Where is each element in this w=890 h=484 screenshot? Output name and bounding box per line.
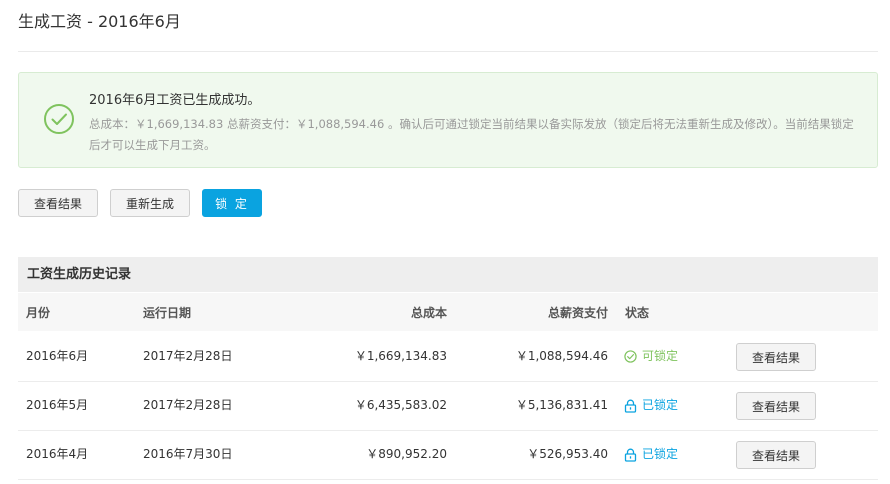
row-view-results-button[interactable]: 查看结果 — [736, 392, 816, 420]
table-row: 2016年5月 2017年2月28日 ￥6,435,583.02 ￥5,136,… — [18, 381, 878, 431]
view-results-button[interactable]: 查看结果 — [18, 189, 98, 217]
table-row: 2016年6月 2017年2月28日 ￥1,669,134.83 ￥1,088,… — [18, 332, 878, 382]
status-badge: 已锁定 — [624, 381, 678, 430]
history-section-title: 工资生成历史记录 — [18, 257, 878, 292]
title-divider — [18, 51, 878, 52]
alert-body: 总成本：￥1,669,134.83 总薪资支付：￥1,088,594.46 。确… — [89, 117, 854, 152]
status-label: 可锁定 — [642, 349, 679, 363]
page-title: 生成工资 - 2016年6月 — [18, 12, 181, 31]
status-badge: 已锁定 — [624, 430, 678, 479]
status-label: 已锁定 — [642, 398, 679, 412]
cell-run-date: 2017年2月28日 — [143, 398, 233, 412]
success-alert: 2016年6月工资已生成成功。 总成本：￥1,669,134.83 总薪资支付：… — [18, 72, 878, 168]
cell-run-date: 2016年7月30日 — [143, 447, 233, 461]
cell-run-date: 2017年2月28日 — [143, 349, 233, 363]
regenerate-button[interactable]: 重新生成 — [110, 189, 190, 217]
cell-total-pay: ￥526,953.40 — [527, 447, 608, 461]
column-header-run-date: 运行日期 — [143, 306, 192, 320]
column-header-status: 状态 — [625, 306, 650, 320]
cell-month: 2016年4月 — [26, 447, 89, 461]
alert-heading: 2016年6月工资已生成成功。 — [89, 93, 261, 108]
table-row: 2016年4月 2016年7月30日 ￥890,952.20 ￥526,953.… — [18, 430, 878, 480]
row-view-results-button[interactable]: 查看结果 — [736, 441, 816, 469]
check-circle-icon — [44, 104, 74, 134]
column-header-total-cost: 总成本 — [410, 306, 447, 320]
cell-month: 2016年6月 — [26, 349, 89, 363]
status-label: 已锁定 — [642, 447, 679, 461]
check-circle-icon — [624, 350, 637, 363]
cell-total-cost: ￥1,669,134.83 — [354, 349, 447, 363]
lock-icon — [624, 448, 637, 462]
status-badge: 可锁定 — [624, 332, 678, 381]
lock-icon — [624, 399, 637, 413]
cell-month: 2016年5月 — [26, 398, 89, 412]
row-view-results-button[interactable]: 查看结果 — [736, 343, 816, 371]
cell-total-cost: ￥6,435,583.02 — [354, 398, 447, 412]
cell-total-pay: ￥1,088,594.46 — [515, 349, 608, 363]
table-header: 月份 运行日期 总成本 总薪资支付 状态 — [18, 293, 878, 331]
cell-total-cost: ￥890,952.20 — [366, 447, 447, 461]
column-header-month: 月份 — [26, 306, 51, 320]
cell-total-pay: ￥5,136,831.41 — [515, 398, 608, 412]
lock-button[interactable]: 锁 定 — [202, 189, 262, 217]
column-header-total-pay: 总薪资支付 — [547, 306, 608, 320]
